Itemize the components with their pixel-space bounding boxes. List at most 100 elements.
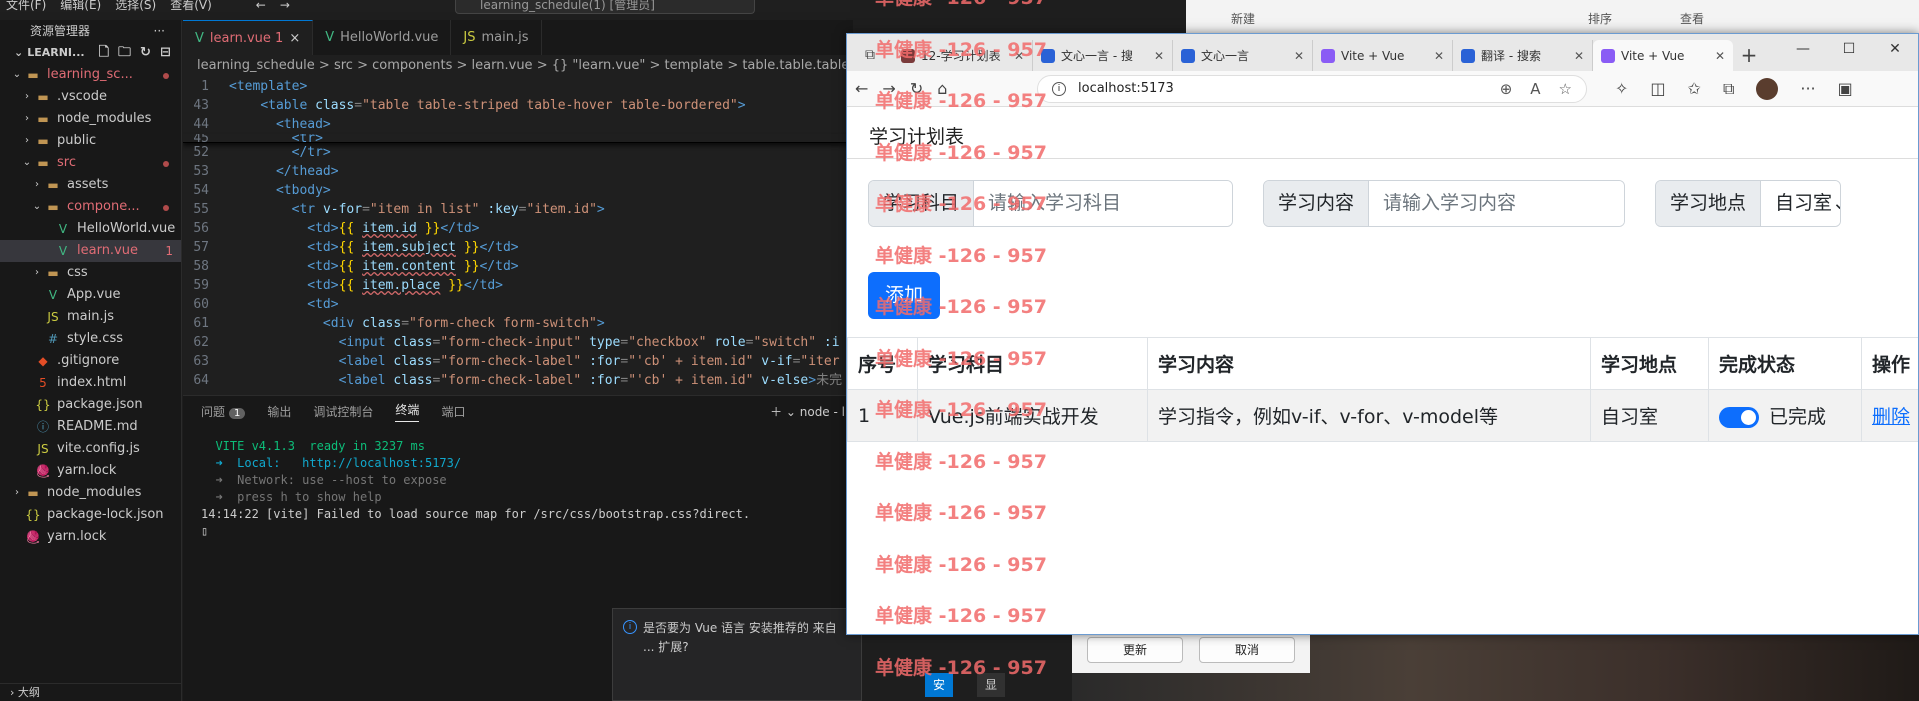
- tab-terminal[interactable]: 终端: [395, 401, 420, 422]
- browser-tab[interactable]: 翻译 - 搜索 ✕: [1453, 40, 1593, 71]
- outline-section[interactable]: › 大纲: [0, 683, 182, 701]
- place-select[interactable]: 自习室 ⌄: [1761, 181, 1840, 226]
- workspaces-icon[interactable]: ⧉: [847, 40, 893, 71]
- browser-tab[interactable]: 12-学习计划表 ✕: [893, 40, 1033, 71]
- close-tab-icon[interactable]: ✕: [1294, 49, 1304, 63]
- home-icon[interactable]: ⌂: [937, 79, 947, 98]
- tab-learn-vue[interactable]: V learn.vue 1 ×: [183, 20, 314, 56]
- close-tab-icon[interactable]: ✕: [1715, 49, 1725, 63]
- vue-file-icon: V: [325, 30, 335, 45]
- profile-avatar[interactable]: [1756, 78, 1779, 100]
- tree-item[interactable]: › ▬ public: [0, 130, 181, 152]
- tree-item[interactable]: JS main.js: [0, 306, 181, 328]
- site-info-icon[interactable]: i: [1052, 82, 1066, 96]
- menu-select[interactable]: 选择(S): [115, 0, 156, 12]
- file-tree: ⌄ ▬ learning_sc... › ▬ .vscode › ▬ node_modules ›…: [0, 64, 181, 548]
- web-page: 学习计划表 学习科目 请输入学习科目 学习内容 请输入学习内容 学习地点 自习室…: [847, 107, 1918, 634]
- content-textarea[interactable]: 请输入学习内容: [1369, 181, 1624, 226]
- settings-more-icon[interactable]: ···: [1800, 71, 1815, 107]
- tree-item[interactable]: 5 index.html: [0, 372, 181, 394]
- tree-item[interactable]: › ▬ node_modules: [0, 108, 181, 130]
- tree-item[interactable]: V App.vue: [0, 284, 181, 306]
- extensions-icon[interactable]: ✧: [1615, 71, 1628, 107]
- tree-item[interactable]: {} package.json: [0, 394, 181, 416]
- split-screen-icon[interactable]: ◫: [1650, 71, 1665, 107]
- new-folder-icon[interactable]: 🗀: [118, 42, 131, 64]
- cancel-button[interactable]: 取消: [1199, 637, 1295, 663]
- close-window-icon[interactable]: ✕: [1872, 34, 1918, 65]
- browser-tab[interactable]: 文心一言 - 搜 ✕: [1033, 40, 1173, 71]
- new-button[interactable]: 新建: [1231, 10, 1255, 27]
- favorite-star-icon[interactable]: ☆: [1559, 76, 1572, 102]
- tree-item[interactable]: # style.css: [0, 328, 181, 350]
- url-bar[interactable]: i localhost:5173 ⊕ A ☆: [1037, 75, 1587, 103]
- tree-item[interactable]: 🧶 yarn.lock: [0, 460, 181, 482]
- breadcrumb[interactable]: learning_schedule > src > components > l…: [183, 55, 853, 77]
- delete-link[interactable]: 删除: [1872, 406, 1910, 428]
- tree-item[interactable]: JS vite.config.js: [0, 438, 181, 460]
- install-button[interactable]: 安装: [925, 673, 954, 697]
- code-editor[interactable]: 1 <template> 43 <table class="table table…: [183, 77, 853, 395]
- menu-edit[interactable]: 编辑(E): [60, 0, 101, 12]
- close-tab-icon[interactable]: ✕: [1434, 49, 1444, 63]
- show-recommendations-button[interactable]: 显示建议: [977, 673, 1006, 697]
- menu-view[interactable]: 查看(V): [170, 0, 212, 12]
- tab-label: learn.vue 1: [209, 30, 284, 46]
- tab-helloworld-vue[interactable]: V HelloWorld.vue: [313, 20, 452, 55]
- tree-item[interactable]: ⌄ ▬ src: [0, 152, 181, 174]
- close-tab-icon[interactable]: ✕: [1574, 49, 1584, 63]
- more-actions-icon[interactable]: ···: [154, 20, 165, 42]
- tree-item[interactable]: ⌄ ▬ learning_sc...: [0, 64, 181, 86]
- zoom-icon[interactable]: ⊕: [1500, 76, 1513, 102]
- tree-item[interactable]: › ▬ node_modules: [0, 482, 181, 504]
- tree-item[interactable]: V HelloWorld.vue: [0, 218, 181, 240]
- browser-tab[interactable]: Vite + Vue ✕: [1313, 40, 1453, 71]
- back-icon[interactable]: ←: [855, 79, 868, 98]
- terminal-output[interactable]: VITE v4.1.3 ready in 3237 ms ➜ Local: ht…: [183, 426, 853, 540]
- refresh-icon[interactable]: ↻: [140, 42, 151, 64]
- minimize-icon[interactable]: —: [1780, 34, 1826, 65]
- subject-input[interactable]: 请输入学习科目: [974, 181, 1232, 226]
- tree-item[interactable]: {} package-lock.json: [0, 504, 181, 526]
- refresh-icon[interactable]: ↻: [910, 79, 923, 98]
- tab-main-js[interactable]: JS main.js: [451, 20, 542, 55]
- tab-output[interactable]: 输出: [267, 403, 291, 420]
- new-tab-button[interactable]: +: [1733, 40, 1765, 71]
- tree-item[interactable]: Vlearn.vue 1: [0, 240, 181, 262]
- close-tab-icon[interactable]: ✕: [1014, 49, 1024, 63]
- tree-item[interactable]: › ▬ css: [0, 262, 181, 284]
- tree-item[interactable]: 🧶 yarn.lock: [0, 526, 181, 548]
- tree-item[interactable]: ◆ .gitignore: [0, 350, 181, 372]
- tree-item[interactable]: › ▬ assets: [0, 174, 181, 196]
- project-root[interactable]: ⌄ LEARNI... 🗋 🗀 ↻ ⊟: [0, 42, 181, 64]
- cell-status: 已完成: [1708, 389, 1862, 442]
- tree-item[interactable]: ⌄ ▬ compone...: [0, 196, 181, 218]
- maximize-icon[interactable]: ☐: [1826, 34, 1872, 65]
- tree-item[interactable]: › ▬ .vscode: [0, 86, 181, 108]
- browser-tab[interactable]: Vite + Vue ✕: [1593, 40, 1733, 71]
- command-center-search[interactable]: learning_schedule(1) [管理员]: [455, 0, 755, 14]
- collections-icon[interactable]: ⧉: [1723, 71, 1734, 107]
- browser-tab[interactable]: 文心一言 ✕: [1173, 40, 1313, 71]
- close-icon[interactable]: ×: [289, 21, 300, 56]
- sidebar-toggle-icon[interactable]: ▣: [1838, 71, 1853, 107]
- tab-debug-console[interactable]: 调试控制台: [313, 403, 373, 420]
- menu-file[interactable]: 文件(F): [6, 0, 46, 12]
- sort-button[interactable]: 排序: [1588, 10, 1612, 27]
- tree-item[interactable]: ⓘ README.md: [0, 416, 181, 438]
- close-tab-icon[interactable]: ✕: [1154, 49, 1164, 63]
- add-button[interactable]: 添加: [868, 272, 940, 319]
- new-file-icon[interactable]: 🗋: [99, 42, 109, 64]
- view-button[interactable]: 查看: [1680, 10, 1704, 27]
- back-arrow-icon[interactable]: ←: [256, 0, 266, 12]
- terminal-actions[interactable]: ＋ ⌄ node - l: [770, 403, 845, 420]
- favorites-icon[interactable]: ✩: [1688, 71, 1701, 107]
- status-toggle-switch[interactable]: [1719, 407, 1759, 428]
- forward-icon[interactable]: →: [882, 79, 895, 98]
- tab-problems[interactable]: 问题 1: [201, 403, 246, 420]
- update-button[interactable]: 更新: [1087, 637, 1183, 663]
- forward-arrow-icon[interactable]: →: [280, 0, 290, 12]
- read-aloud-icon[interactable]: A: [1530, 76, 1540, 102]
- collapse-all-icon[interactable]: ⊟: [160, 42, 171, 64]
- tab-ports[interactable]: 端口: [441, 403, 465, 420]
